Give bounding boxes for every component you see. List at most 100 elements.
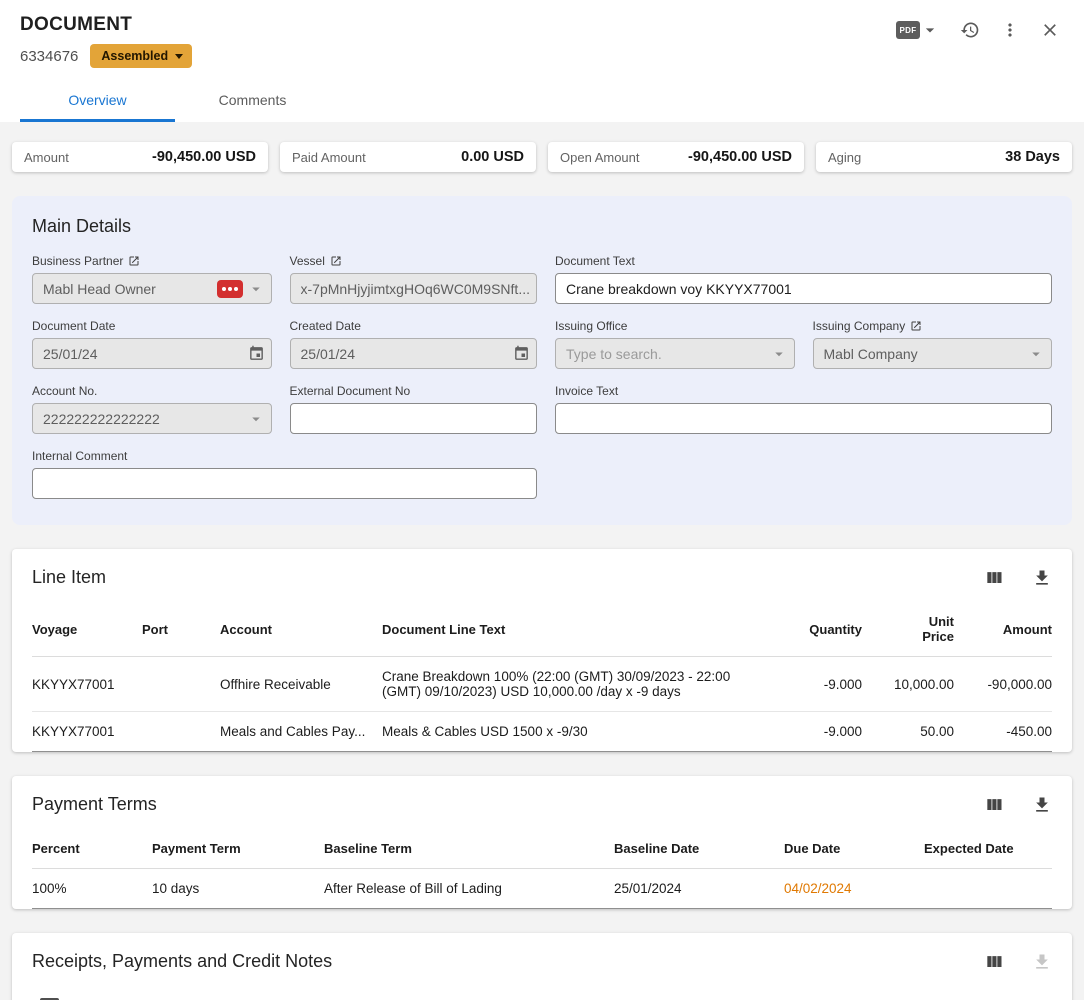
cell-percent: 100% — [32, 869, 152, 909]
cell-amount: -90,000.00 — [954, 657, 1052, 712]
field-label: Internal Comment — [32, 449, 127, 463]
cell-amount: -450.00 — [954, 712, 1052, 752]
cell-port — [142, 712, 220, 752]
summary-value: 0.00 USD — [461, 149, 524, 165]
pdf-icon: PDF — [896, 21, 920, 39]
invoice-text-input[interactable] — [555, 403, 1052, 434]
column-header: Unit Price — [862, 602, 954, 657]
page-title: DOCUMENT — [20, 14, 192, 36]
chevron-down-icon — [920, 20, 940, 40]
field-document-date: Document Date 25/01/24 — [32, 319, 272, 369]
created-date-value: 25/01/24 — [301, 346, 514, 362]
vessel-value: x-7pMnHjyjimtxgHOq6WC0M9SNft... — [301, 281, 531, 297]
status-badge-label: Assembled — [101, 49, 168, 63]
chevron-down-icon — [1027, 345, 1045, 363]
cell-due-date: 04/02/2024 — [784, 869, 924, 909]
receipts-table: Document No Document Date Document Type … — [32, 986, 1052, 1000]
history-button[interactable] — [960, 20, 980, 40]
document-date-value: 25/01/24 — [43, 346, 248, 362]
columns-settings-icon[interactable] — [984, 795, 1004, 815]
open-in-new-icon[interactable] — [330, 255, 342, 267]
field-label: Document Date — [32, 319, 115, 333]
open-in-new-icon[interactable] — [910, 320, 922, 332]
field-external-document-no: External Document No — [290, 384, 538, 434]
summary-label: Open Amount — [560, 150, 640, 165]
chevron-down-icon — [770, 345, 788, 363]
issuing-company-value: Mabl Company — [824, 346, 1028, 362]
cell-document-line-text: Meals & Cables USD 1500 x -9/30 — [382, 712, 778, 752]
open-in-new-icon[interactable] — [128, 255, 140, 267]
pdf-export-button[interactable]: PDF — [896, 20, 940, 40]
download-icon[interactable] — [1032, 795, 1052, 815]
summary-value: -90,450.00 USD — [152, 149, 256, 165]
section-title: Receipts, Payments and Credit Notes — [32, 951, 332, 972]
payment-terms-table: Percent Payment Term Baseline Term Basel… — [32, 829, 1052, 909]
document-text-input[interactable] — [555, 273, 1052, 304]
cell-quantity: -9.000 — [778, 712, 862, 752]
field-label: Created Date — [290, 319, 361, 333]
internal-comment-input[interactable] — [32, 468, 537, 499]
business-partner-select: Mabl Head Owner — [32, 273, 272, 304]
close-button[interactable] — [1040, 20, 1060, 40]
column-header: Baseline Date — [614, 829, 784, 869]
payment-terms-section: Payment Terms Percent Payment Term Basel… — [12, 776, 1072, 909]
field-label: Invoice Text — [555, 384, 618, 398]
column-header: Payment Term — [152, 829, 324, 869]
chevron-down-icon — [175, 54, 183, 59]
field-label: Vessel — [290, 254, 325, 268]
summary-label: Aging — [828, 150, 861, 165]
cell-port — [142, 657, 220, 712]
table-row[interactable]: KKYYX77001 Offhire Receivable Crane Brea… — [32, 657, 1052, 712]
column-header: Port — [142, 602, 220, 657]
issuing-office-placeholder: Type to search. — [566, 346, 770, 362]
download-icon — [1032, 952, 1052, 972]
vessel-input: x-7pMnHjyjimtxgHOq6WC0M9SNft... — [290, 273, 538, 304]
issuing-office-select: Type to search. — [555, 338, 795, 369]
field-label: Document Text — [555, 254, 635, 268]
download-icon[interactable] — [1032, 568, 1052, 588]
table-row[interactable]: 100% 10 days After Release of Bill of La… — [32, 869, 1052, 909]
cell-quantity: -9.000 — [778, 657, 862, 712]
columns-settings-icon[interactable] — [984, 952, 1004, 972]
field-vessel: Vessel x-7pMnHjyjimtxgHOq6WC0M9SNft... — [290, 254, 538, 304]
external-document-no-input[interactable] — [290, 403, 538, 434]
summary-card-aging: Aging 38 Days — [816, 142, 1072, 172]
summary-value: 38 Days — [1005, 149, 1060, 165]
line-item-section: Line Item Voyage Port Account Document L… — [12, 549, 1072, 752]
document-number: 6334676 — [20, 48, 78, 65]
column-header: Baseline Term — [324, 829, 614, 869]
close-icon — [1040, 20, 1060, 40]
select-all-cell — [32, 986, 184, 1000]
cell-payment-term: 10 days — [152, 869, 324, 909]
column-header: Due Date — [784, 829, 924, 869]
field-document-text: Document Text — [555, 254, 1052, 304]
tab-comments[interactable]: Comments — [175, 80, 330, 122]
columns-settings-icon[interactable] — [984, 568, 1004, 588]
created-date-picker: 25/01/24 — [290, 338, 538, 369]
field-label: External Document No — [290, 384, 411, 398]
summary-card-amount: Amount -90,450.00 USD — [12, 142, 268, 172]
receipts-section: Receipts, Payments and Credit Notes Docu… — [12, 933, 1072, 1000]
issuing-company-select: Mabl Company — [813, 338, 1053, 369]
cell-baseline-term: After Release of Bill of Lading — [324, 869, 614, 909]
column-header: Document Line Text — [382, 602, 778, 657]
section-title: Line Item — [32, 567, 106, 588]
column-header: Percent — [32, 829, 152, 869]
summary-cards: Amount -90,450.00 USD Paid Amount 0.00 U… — [12, 142, 1072, 172]
more-options-button[interactable] — [1000, 20, 1020, 40]
partner-flag-icon — [217, 280, 243, 298]
tab-overview[interactable]: Overview — [20, 80, 175, 122]
cell-voyage: KKYYX77001 — [32, 712, 142, 752]
main-details-section: Main Details Business Partner Mabl Head … — [12, 196, 1072, 525]
field-business-partner: Business Partner Mabl Head Owner — [32, 254, 272, 304]
status-badge[interactable]: Assembled — [90, 44, 192, 68]
field-label: Issuing Company — [813, 319, 906, 333]
cell-voyage: KKYYX77001 — [32, 657, 142, 712]
column-header: Document No — [184, 986, 418, 1000]
field-label: Issuing Office — [555, 319, 627, 333]
field-account-no: Account No. 222222222222222 — [32, 384, 272, 434]
chevron-down-icon — [247, 280, 265, 298]
table-row[interactable]: KKYYX77001 Meals and Cables Pay... Meals… — [32, 712, 1052, 752]
summary-card-paid-amount: Paid Amount 0.00 USD — [280, 142, 536, 172]
cell-baseline-date: 25/01/2024 — [614, 869, 784, 909]
